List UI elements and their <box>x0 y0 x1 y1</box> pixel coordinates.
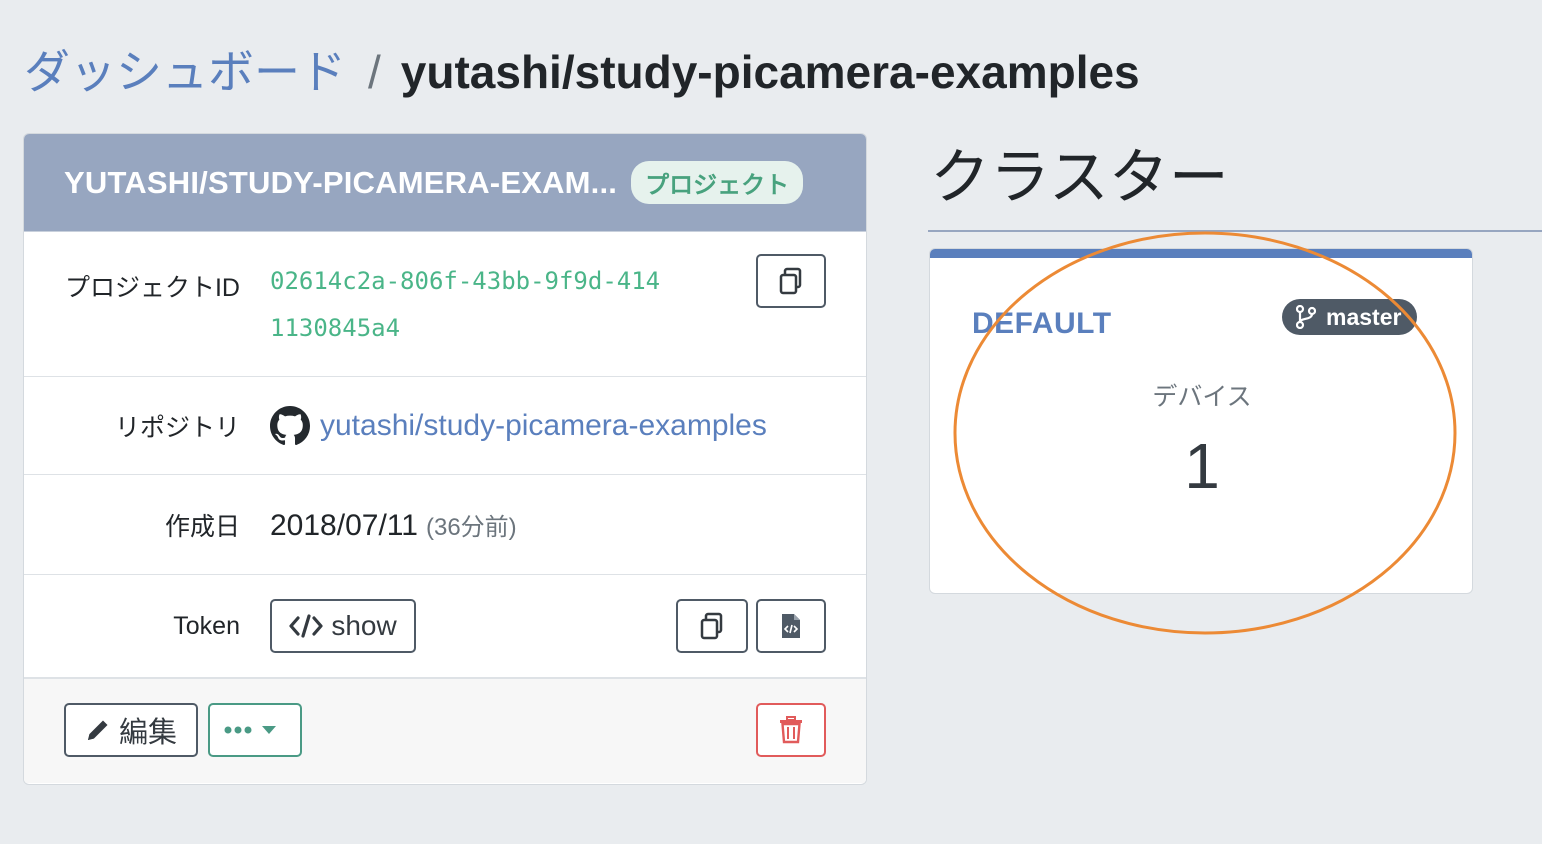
token-row: Token show <box>24 575 866 679</box>
device-count: 1 <box>1184 430 1220 502</box>
breadcrumb: ダッシュボード / yutashi/study-picamera-example… <box>24 40 1140 104</box>
copy-project-id-button[interactable] <box>756 254 826 308</box>
github-icon <box>270 405 310 445</box>
cluster-name[interactable]: DEFAULT <box>972 307 1112 341</box>
more-actions-dropdown[interactable] <box>208 703 302 757</box>
pencil-icon <box>87 720 108 740</box>
created-date-label: 作成日 <box>164 512 240 541</box>
show-token-label: show <box>331 610 397 641</box>
caret-down-icon <box>262 726 276 734</box>
created-date-row: 作成日 2018/07/11 (36分前) <box>24 475 866 575</box>
project-title: YUTASHI/STUDY-PICAMERA-EXAM... <box>64 164 618 200</box>
repository-label: リポジトリ <box>114 413 240 442</box>
delete-button[interactable] <box>756 703 826 757</box>
token-label: Token <box>173 611 240 640</box>
cluster-card-default[interactable]: DEFAULT master デバイス 1 <box>929 248 1473 594</box>
created-date: 2018/07/11 <box>270 508 418 542</box>
created-date-value: 2018/07/11 (36分前) <box>270 507 517 543</box>
trash-icon <box>780 716 802 744</box>
project-id-label: プロジェクトID <box>64 274 240 302</box>
branch-badge: master <box>1282 299 1418 335</box>
breadcrumb-dashboard-link[interactable]: ダッシュボード <box>24 40 346 104</box>
repository-row: リポジトリ yutashi/study-picamera-examples <box>24 377 866 475</box>
file-code-icon <box>782 614 800 638</box>
cluster-divider <box>928 230 1542 232</box>
created-date-relative: (36分前) <box>425 513 517 541</box>
repository-link[interactable]: yutashi/study-picamera-examples <box>270 405 767 446</box>
download-token-file-button[interactable] <box>756 599 826 653</box>
copy-icon <box>700 612 723 640</box>
project-card-footer: 編集 <box>24 679 866 783</box>
page: ダッシュボード / yutashi/study-picamera-example… <box>0 0 1542 844</box>
code-icon <box>289 614 323 638</box>
project-card: YUTASHI/STUDY-PICAMERA-EXAM... プロジェクト プロ… <box>23 133 867 785</box>
project-badge: プロジェクト <box>631 161 804 204</box>
breadcrumb-current: yutashi/study-picamera-examples <box>400 46 1140 98</box>
copy-icon <box>779 267 802 295</box>
branch-name: master <box>1326 303 1402 330</box>
device-label: デバイス <box>1152 383 1252 411</box>
project-id-value: 02614c2a-806f-43bb-9f9d-4141130845a4 <box>270 267 661 342</box>
edit-button[interactable]: 編集 <box>64 703 198 757</box>
show-token-button[interactable]: show <box>270 599 416 653</box>
edit-button-label: 編集 <box>118 717 177 749</box>
copy-token-button[interactable] <box>676 599 748 653</box>
code-branch-icon <box>1296 305 1316 329</box>
project-id-row: プロジェクトID 02614c2a-806f-43bb-9f9d-4141130… <box>24 232 866 377</box>
breadcrumb-separator: / <box>368 46 381 98</box>
repository-link-text: yutashi/study-picamera-examples <box>320 408 767 442</box>
project-card-header: YUTASHI/STUDY-PICAMERA-EXAM... プロジェクト <box>24 134 866 232</box>
cluster-heading: クラスター <box>930 144 1229 211</box>
cluster-card-topbar <box>930 249 1472 258</box>
ellipsis-icon <box>224 726 252 734</box>
